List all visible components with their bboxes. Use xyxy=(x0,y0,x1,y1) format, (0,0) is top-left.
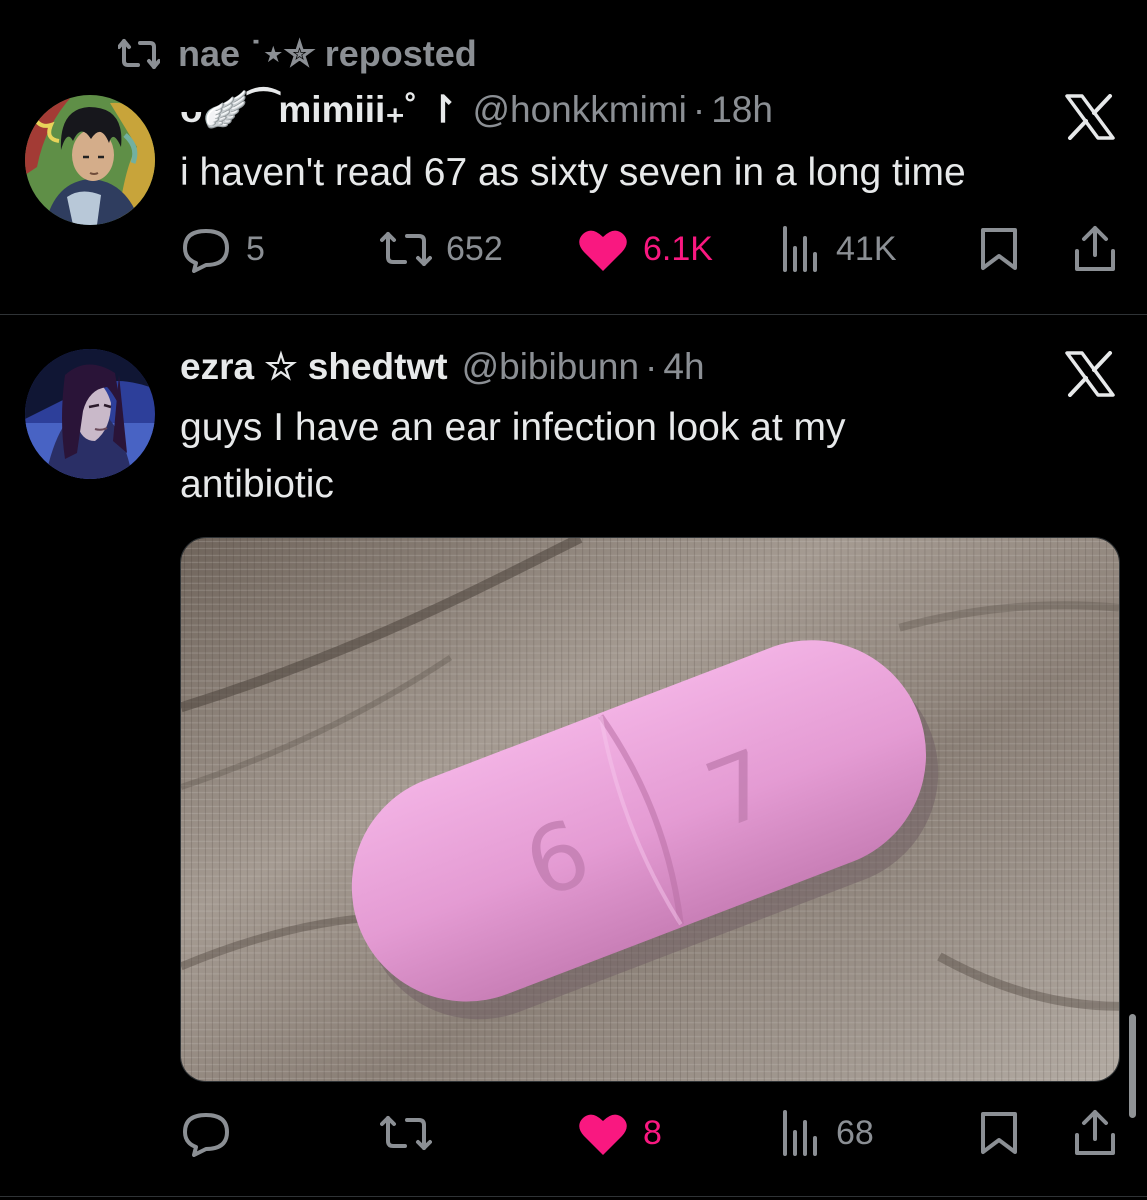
bookmark-icon xyxy=(981,228,1017,270)
post-text: i haven't read 67 as sixty seven in a lo… xyxy=(180,151,966,194)
share-icon xyxy=(1075,226,1115,271)
repost-icon xyxy=(118,39,160,69)
post-1-actions: 5 652 6.1K 41K xyxy=(180,221,1120,277)
bookmark-icon xyxy=(981,1112,1017,1154)
repost-count: 652 xyxy=(446,229,503,268)
post-1-header: ᴗ🪽⁀mimiii₊˚ ↾ @honkkmimi · 18h xyxy=(180,88,773,132)
views-button[interactable]: 41K xyxy=(780,221,897,277)
separator-dot: · xyxy=(692,89,706,130)
like-button[interactable]: 6.1K xyxy=(577,221,713,277)
reply-button[interactable] xyxy=(180,1105,246,1161)
feed-divider xyxy=(0,1196,1147,1197)
handle[interactable]: @honkkmimi xyxy=(472,89,686,131)
like-icon xyxy=(579,230,627,271)
pill-photo: 6 7 xyxy=(181,538,1119,1081)
display-name[interactable]: ezra ☆ shedtwt xyxy=(180,345,448,388)
share-button[interactable] xyxy=(1073,1105,1117,1161)
repost-button[interactable]: 652 xyxy=(380,221,503,277)
like-button[interactable]: 8 xyxy=(577,1105,662,1161)
share-icon xyxy=(1075,1110,1115,1155)
post-2-actions: 8 68 xyxy=(180,1105,1120,1161)
avatar-image xyxy=(25,349,155,479)
post-divider xyxy=(0,314,1147,315)
x-logo-icon xyxy=(1065,351,1115,397)
repost-icon xyxy=(380,232,432,266)
avatar-bibibunn[interactable] xyxy=(25,349,155,479)
bookmark-button[interactable] xyxy=(979,221,1019,277)
display-name[interactable]: ᴗ🪽⁀mimiii₊˚ ↾ xyxy=(180,88,458,132)
repost-label: nae ˙⋆✮ reposted xyxy=(178,33,477,74)
views-icon xyxy=(783,226,817,272)
timestamp[interactable]: 4h xyxy=(663,346,704,388)
post-image[interactable]: 6 7 xyxy=(180,537,1120,1082)
reply-icon xyxy=(183,229,229,273)
repost-icon xyxy=(380,1116,432,1150)
views-button[interactable]: 68 xyxy=(780,1105,874,1161)
post-text: guys I have an ear infection look at my … xyxy=(180,406,846,506)
like-count: 8 xyxy=(643,1113,662,1152)
avatar-image xyxy=(25,95,155,225)
like-icon xyxy=(579,1114,627,1155)
views-icon xyxy=(783,1110,817,1156)
share-button[interactable] xyxy=(1073,221,1117,277)
scrollbar[interactable] xyxy=(1129,1014,1136,1118)
views-count: 68 xyxy=(836,1113,874,1152)
repost-button[interactable] xyxy=(380,1105,446,1161)
avatar-honkkmimi[interactable] xyxy=(25,95,155,225)
separator-dot: · xyxy=(645,346,658,387)
bookmark-button[interactable] xyxy=(979,1105,1019,1161)
repost-context[interactable]: nae ˙⋆✮ reposted xyxy=(118,30,477,78)
reply-count: 5 xyxy=(246,229,265,268)
views-count: 41K xyxy=(836,229,897,268)
timestamp[interactable]: 18h xyxy=(711,89,773,131)
reply-icon xyxy=(183,1113,229,1157)
reply-button[interactable]: 5 xyxy=(180,221,265,277)
post-2-header: ezra ☆ shedtwt @bibibunn · 4h xyxy=(180,345,705,388)
x-logo-icon xyxy=(1065,94,1115,140)
like-count: 6.1K xyxy=(643,229,713,268)
handle[interactable]: @bibibunn xyxy=(462,346,639,388)
